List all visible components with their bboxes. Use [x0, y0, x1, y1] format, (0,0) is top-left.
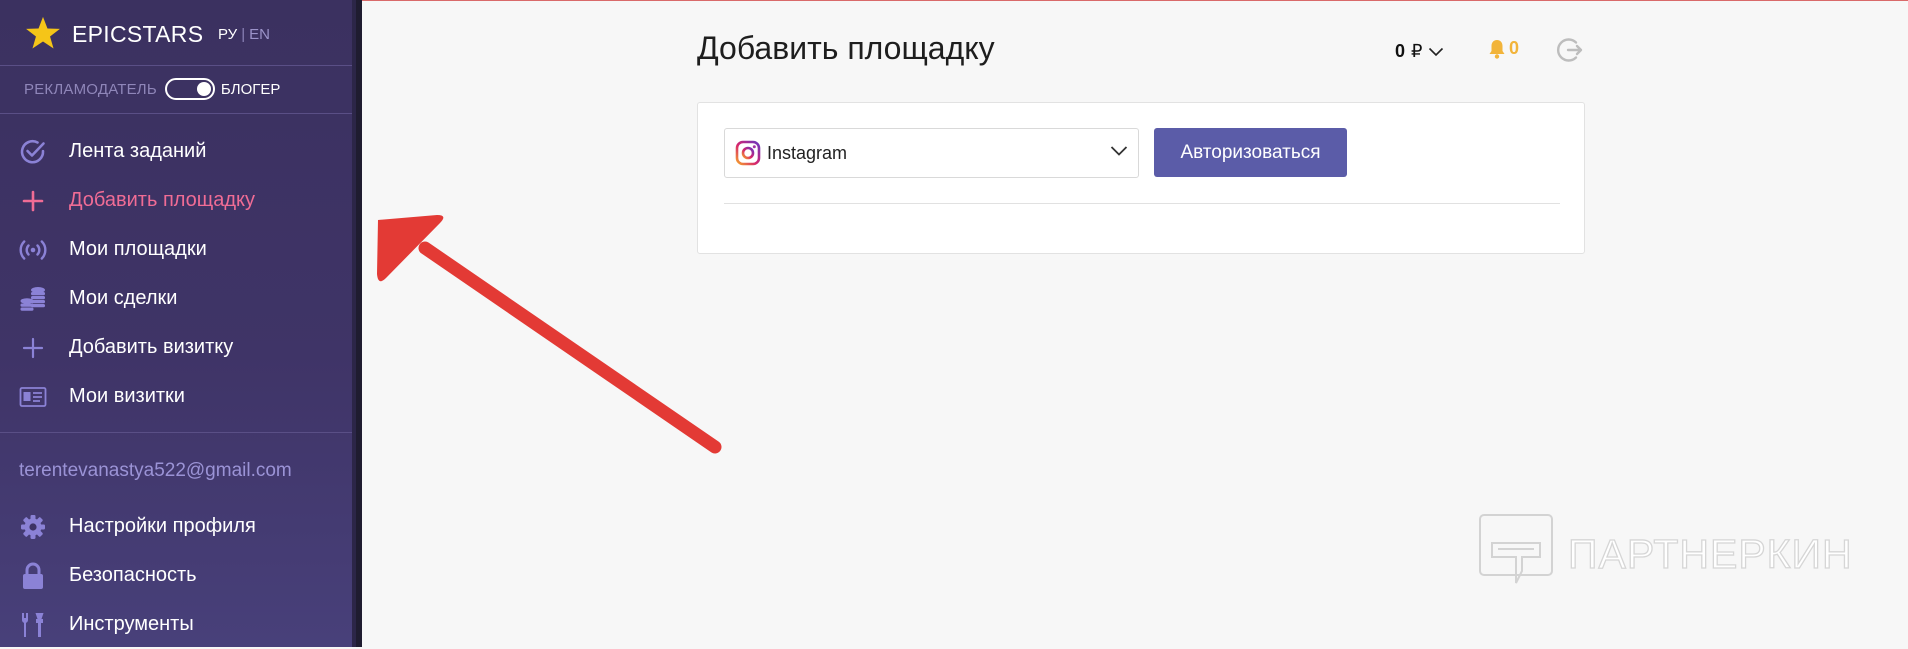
star-logo-icon	[26, 16, 60, 49]
gear-icon	[18, 512, 48, 542]
check-circle-icon	[18, 137, 48, 167]
sidebar-item-my-deals[interactable]: Мои сделки	[0, 274, 352, 323]
sidebar-item-label: Мои сделки	[69, 287, 178, 309]
sidebar-edge-shadow	[356, 0, 362, 647]
notifications[interactable]: 0	[1488, 38, 1519, 59]
authorize-button[interactable]: Авторизоваться	[1154, 128, 1347, 177]
sidebar-item-add-card[interactable]: Добавить визитку	[0, 323, 352, 372]
lang-ru[interactable]: РУ	[218, 26, 237, 43]
role-toggle[interactable]	[164, 78, 215, 100]
top-border	[362, 0, 1908, 1]
role-switch: РЕКЛАМОДАТЕЛЬ БЛОГЕР	[24, 78, 280, 100]
sidebar-divider	[0, 113, 352, 114]
sidebar-divider	[0, 432, 352, 433]
sidebar-item-my-cards[interactable]: Мои визитки	[0, 372, 352, 421]
watermark: ПАРТНЕРКИН	[1478, 513, 1853, 595]
role-blogger-label[interactable]: БЛОГЕР	[221, 81, 281, 98]
broadcast-icon	[18, 235, 48, 265]
sidebar-item-label: Безопасность	[69, 564, 197, 586]
id-card-icon	[18, 382, 48, 412]
balance-amount: 0	[1395, 41, 1406, 61]
bell-icon	[1489, 39, 1505, 59]
role-advertiser-label[interactable]: РЕКЛАМОДАТЕЛЬ	[24, 81, 157, 98]
user-email[interactable]: terentevanastya522@gmail.com	[19, 460, 292, 482]
toggle-knob	[196, 82, 211, 96]
annotation-arrow	[377, 215, 722, 454]
sidebar-divider	[0, 65, 352, 66]
balance-dropdown[interactable]: 0 ₽	[1395, 41, 1444, 62]
sidebar-item-label: Мои площадки	[69, 238, 207, 260]
language-switcher: РУ | EN	[218, 26, 270, 43]
notification-count: 0	[1509, 38, 1520, 58]
sidebar-item-add-platform[interactable]: Добавить площадку	[0, 176, 352, 225]
sidebar-item-profile-settings[interactable]: Настройки профиля	[0, 502, 352, 551]
add-platform-card: Instagram Авторизоваться	[697, 102, 1585, 254]
plus-icon	[18, 333, 48, 363]
sidebar-item-label: Мои визитки	[69, 385, 185, 407]
card-divider	[724, 203, 1560, 204]
platform-select[interactable]: Instagram	[724, 128, 1139, 178]
sidebar-item-label: Настройки профиля	[69, 515, 256, 537]
brand-name: EPICSTARS	[72, 20, 204, 47]
platform-select-value: Instagram	[767, 142, 848, 163]
lock-icon	[18, 561, 48, 591]
page-title: Добавить площадку	[697, 30, 995, 66]
lang-separator: |	[241, 26, 246, 43]
sidebar-item-task-feed[interactable]: Лента заданий	[0, 127, 352, 176]
plus-icon	[18, 186, 48, 216]
lang-en[interactable]: EN	[249, 26, 270, 43]
coins-icon	[18, 284, 48, 314]
currency-symbol: ₽	[1411, 41, 1423, 61]
chevron-down-icon	[1429, 47, 1444, 56]
sidebar-item-security[interactable]: Безопасность	[0, 551, 352, 600]
chevron-down-icon	[1110, 146, 1128, 156]
sidebar-item-tools[interactable]: Инструменты	[0, 600, 352, 649]
watermark-logo-icon	[1479, 514, 1553, 584]
sidebar-item-label: Добавить визитку	[69, 336, 234, 358]
sidebar-item-label: Инструменты	[69, 613, 194, 635]
sidebar: EPICSTARS РУ | EN РЕКЛАМОДАТЕЛЬ БЛОГЕР Лен…	[0, 0, 352, 647]
sidebar-item-label: Добавить площадку	[69, 189, 256, 211]
logout-icon[interactable]	[1556, 36, 1584, 64]
sidebar-item-label: Лента заданий	[69, 140, 207, 162]
tools-icon	[18, 610, 48, 640]
sidebar-account-nav: Настройки профиля Безопасность Инструмен…	[0, 502, 352, 649]
sidebar-nav: Лента заданий Добавить площадку Мои площ…	[0, 127, 352, 421]
sidebar-item-my-platforms[interactable]: Мои площадки	[0, 225, 352, 274]
instagram-icon	[735, 140, 761, 166]
watermark-text: ПАРТНЕРКИН	[1567, 530, 1853, 577]
logo[interactable]: EPICSTARS	[24, 14, 203, 54]
